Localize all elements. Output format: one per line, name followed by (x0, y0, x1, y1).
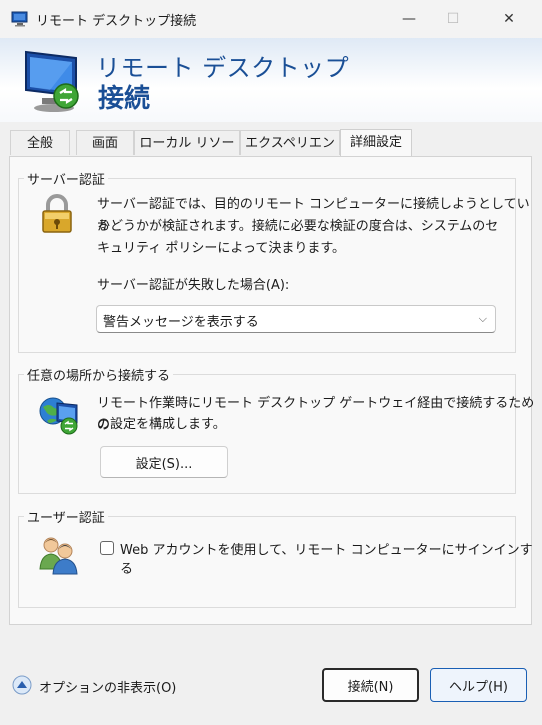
server-auth-desc-line2: かどうかが検証されます。接続に必要な検証の度合は、システムのセ (97, 219, 499, 234)
remote-monitor-icon (25, 50, 79, 112)
tab-display[interactable]: 画面 (76, 130, 134, 155)
server-auth-desc-line3: キュリティ ポリシーによって決まります。 (97, 241, 346, 256)
tab-experience[interactable]: エクスペリエンス (240, 130, 340, 176)
web-account-checkbox[interactable] (100, 541, 114, 555)
gateway-settings-button[interactable]: 設定(S)... (100, 446, 228, 478)
options-toggle-label[interactable]: オプションの非表示(O) (39, 677, 176, 696)
tab-general[interactable]: 全般 (10, 130, 70, 155)
server-auth-heading: サーバー認証 (24, 169, 108, 188)
header-banner: リモート デスクトップ 接続 (0, 38, 542, 122)
connect-anywhere-desc-line2: の設定を構成します。 (97, 417, 226, 432)
remote-desktop-app-icon (11, 11, 28, 27)
maximize-button[interactable]: ☐ (430, 0, 476, 38)
users-icon (39, 537, 78, 575)
connect-button[interactable]: 接続(N) (322, 668, 419, 702)
connect-anywhere-heading: 任意の場所から接続する (24, 365, 174, 384)
padlock-icon (42, 194, 72, 233)
user-auth-heading: ユーザー認証 (24, 507, 108, 526)
server-auth-fail-label: サーバー認証が失敗した場合(A): (97, 278, 290, 293)
tab-local-resources[interactable]: ローカル リソース (134, 130, 240, 176)
server-auth-fail-select[interactable]: 警告メッセージを表示する ⌵ (96, 305, 496, 333)
rdp-window: リモート デスクトップ接続 — ☐ ✕ リモート デスクトップ 接続 全般 画面… (0, 0, 542, 725)
banner-subtitle: 接続 (98, 84, 151, 114)
tab-advanced[interactable]: 詳細設定 (340, 129, 412, 156)
chevron-down-icon: ⌵ (478, 312, 487, 325)
gateway-globe-icon (39, 397, 78, 435)
minimize-button[interactable]: — (386, 0, 432, 38)
web-account-checkbox-label[interactable]: Web アカウントを使用して、リモート コンピューターにサインインする (120, 539, 542, 577)
window-title: リモート デスクトップ接続 (36, 14, 197, 29)
help-button[interactable]: ヘルプ(H) (430, 668, 527, 702)
title-bar: リモート デスクトップ接続 — ☐ ✕ (0, 0, 542, 38)
collapse-options-icon[interactable] (12, 675, 32, 695)
close-button[interactable]: ✕ (486, 0, 532, 38)
select-value: 警告メッセージを表示する (103, 315, 259, 330)
